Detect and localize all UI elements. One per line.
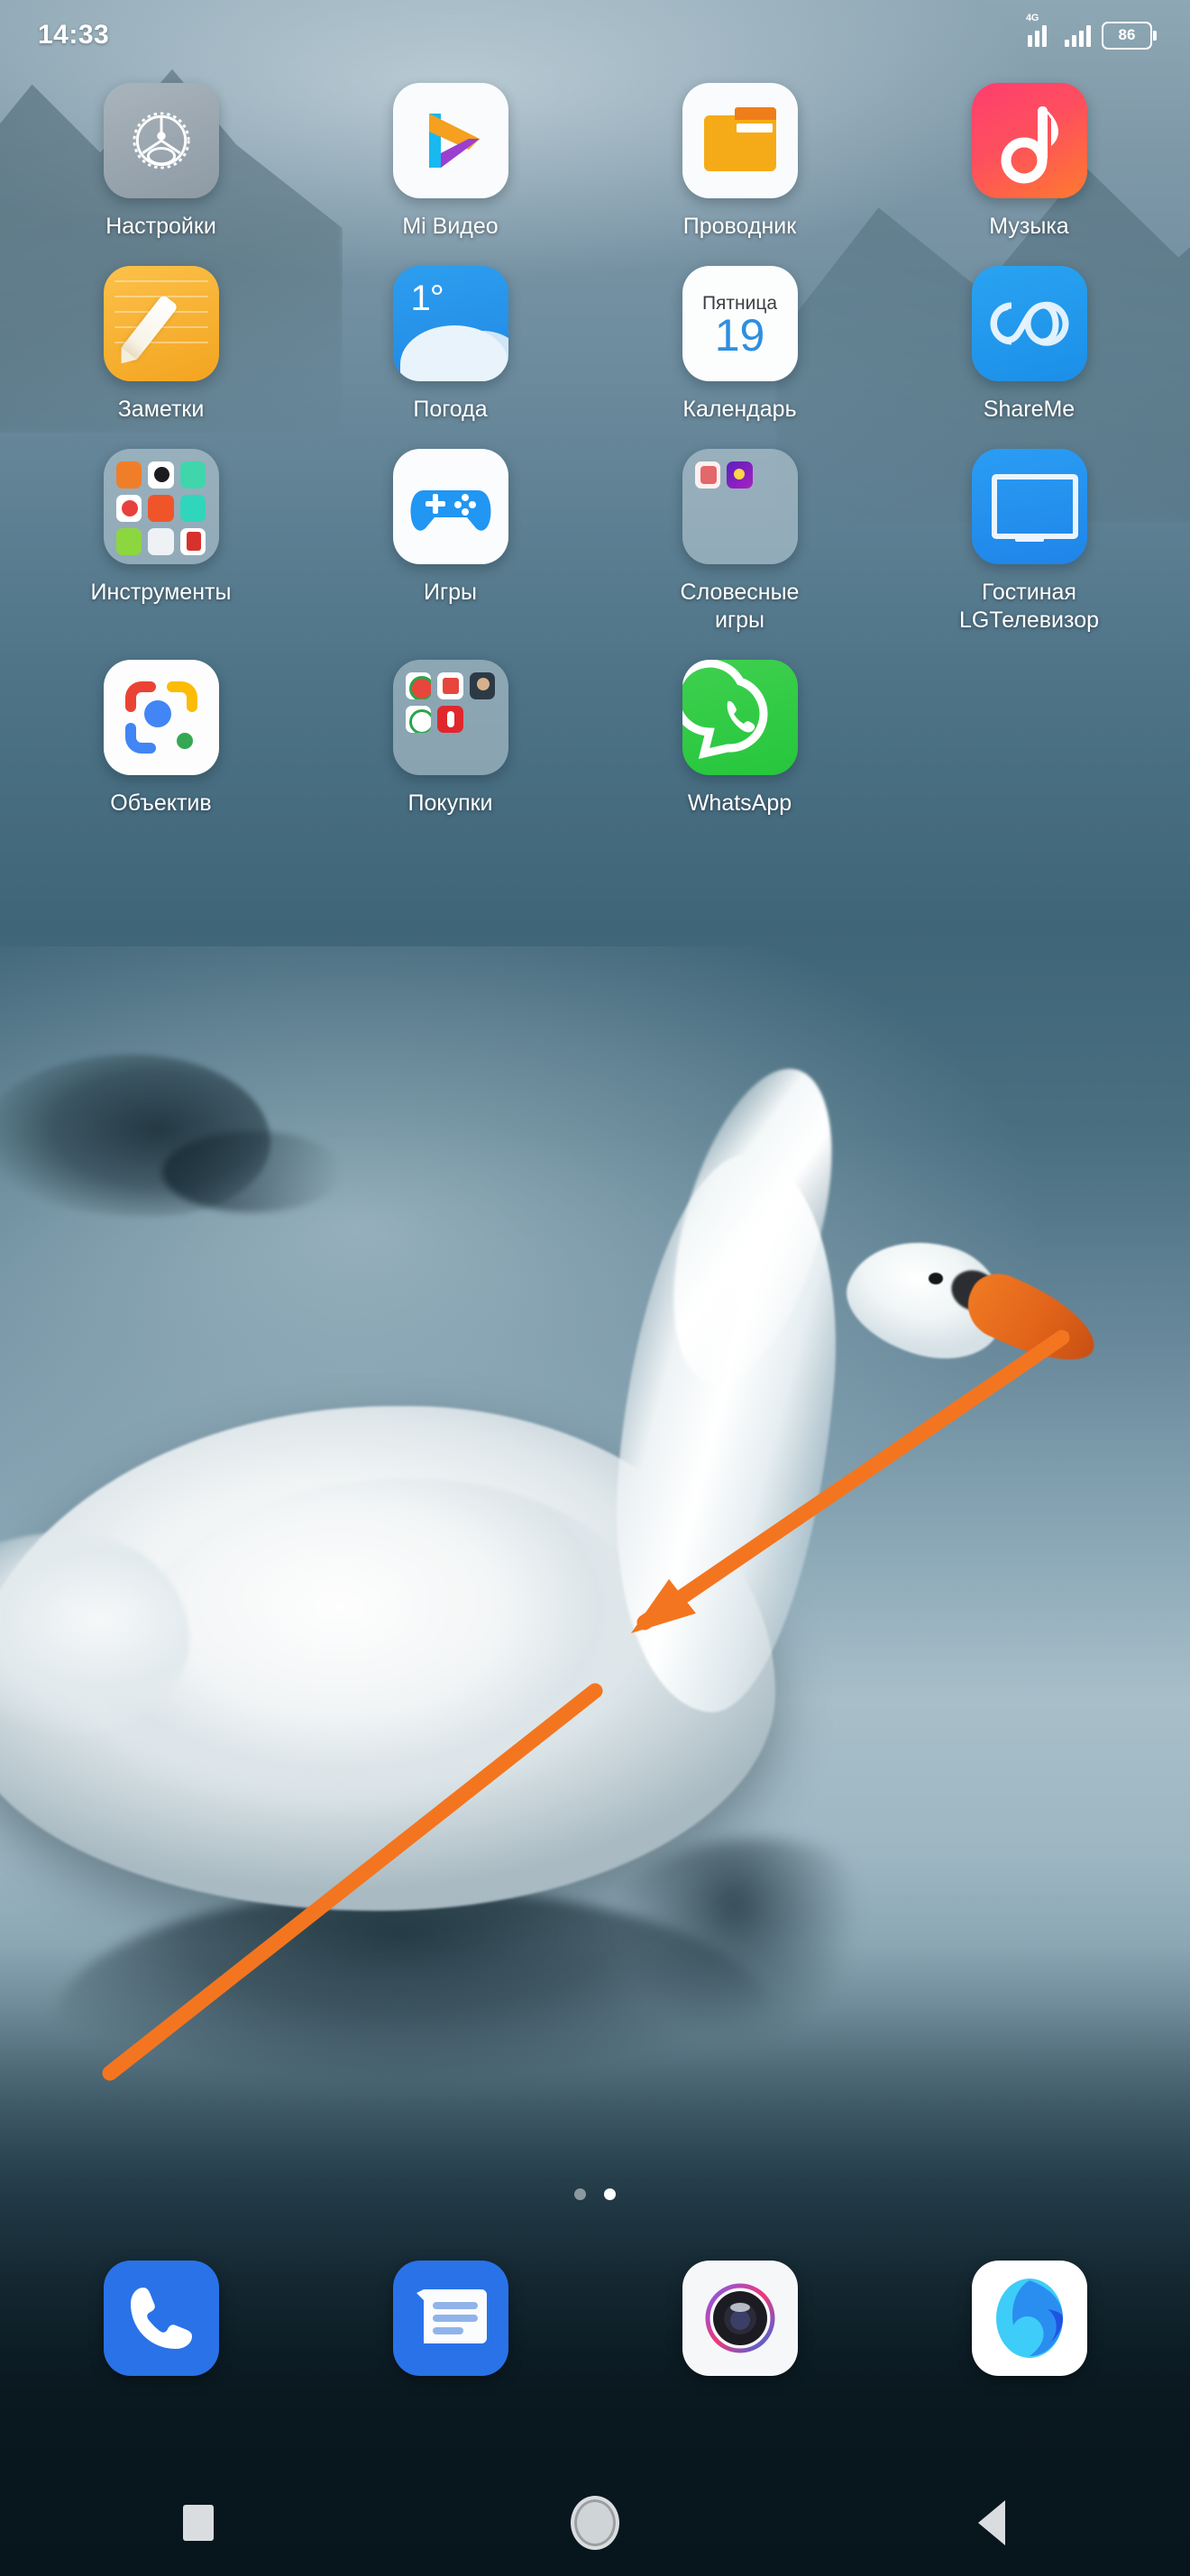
browser-swirl-icon[interactable] bbox=[971, 2261, 1087, 2376]
mini-app-icon bbox=[694, 461, 721, 489]
app-label: WhatsApp bbox=[687, 790, 792, 816]
app-label: Календарь bbox=[682, 397, 797, 422]
folder-icon[interactable] bbox=[682, 449, 798, 564]
calendar-icon[interactable]: Пятница 19 bbox=[682, 266, 798, 381]
app-weather[interactable]: 1° Погода bbox=[306, 266, 595, 424]
app-mi-video[interactable]: Mi Видео bbox=[306, 83, 595, 241]
mini-app-icon bbox=[437, 706, 463, 733]
navigation-bar bbox=[0, 2470, 1190, 2576]
status-time: 14:33 bbox=[38, 20, 110, 50]
app-label: Объектив bbox=[110, 790, 212, 816]
dock bbox=[0, 2261, 1190, 2376]
folder-icon[interactable] bbox=[392, 660, 508, 775]
app-settings[interactable]: Настройки bbox=[16, 83, 306, 241]
weather-cloud-icon[interactable]: 1° bbox=[392, 266, 508, 381]
page-dot-2[interactable] bbox=[604, 2188, 616, 2200]
phone-handset-icon[interactable] bbox=[103, 2261, 219, 2376]
page-indicator bbox=[0, 2188, 1190, 2200]
dock-item-browser[interactable] bbox=[884, 2261, 1174, 2376]
mini-app-icon bbox=[115, 528, 142, 555]
app-label: Проводник bbox=[682, 214, 797, 239]
home-button[interactable] bbox=[541, 2487, 649, 2559]
mini-app-icon bbox=[405, 672, 432, 699]
folder-icon[interactable] bbox=[103, 449, 219, 564]
messages-bubble-icon[interactable] bbox=[392, 2261, 508, 2376]
signal-4g-icon: 4G bbox=[1026, 13, 1054, 47]
mini-app-icon bbox=[437, 672, 463, 699]
mini-app-icon bbox=[148, 461, 174, 489]
circle-icon bbox=[571, 2496, 619, 2550]
app-music[interactable]: Музыка bbox=[884, 83, 1174, 241]
recents-button[interactable] bbox=[144, 2487, 252, 2559]
mini-app-icon bbox=[179, 461, 206, 489]
mini-app-icon bbox=[179, 528, 206, 555]
app-label: Музыка bbox=[989, 214, 1069, 239]
app-label: Покупки bbox=[407, 790, 493, 816]
app-whatsapp[interactable]: WhatsApp bbox=[595, 660, 884, 818]
dock-item-phone[interactable] bbox=[16, 2261, 306, 2376]
folder-tools[interactable]: Инструменты bbox=[16, 449, 306, 635]
page-dot-1[interactable] bbox=[574, 2188, 586, 2200]
app-shareme[interactable]: ShareMe bbox=[884, 266, 1174, 424]
swan-eye bbox=[929, 1273, 943, 1284]
app-label: ShareMe bbox=[983, 397, 1076, 422]
mini-app-icon bbox=[115, 461, 142, 489]
mini-app-icon bbox=[469, 672, 496, 699]
folder-word-games[interactable]: Словесные игры bbox=[595, 449, 884, 635]
file-manager-folder-icon[interactable] bbox=[682, 83, 798, 198]
battery-percent-label: 86 bbox=[1118, 26, 1136, 43]
app-label: Настройки bbox=[105, 214, 216, 239]
calendar-date: 19 bbox=[714, 310, 765, 361]
whatsapp-icon[interactable] bbox=[682, 660, 798, 775]
settings-gear-icon[interactable] bbox=[103, 83, 219, 198]
battery-icon: 86 bbox=[1102, 21, 1157, 50]
triangle-left-icon bbox=[978, 2500, 1005, 2545]
app-games[interactable]: Игры bbox=[306, 449, 595, 635]
phone-screen: 14:33 4G 86 Настройки Mi Видео Проводник… bbox=[0, 0, 1190, 2576]
mini-app-icon bbox=[405, 706, 432, 733]
back-button[interactable] bbox=[938, 2487, 1046, 2559]
dock-item-camera[interactable] bbox=[595, 2261, 884, 2376]
app-label: Инструменты bbox=[90, 580, 232, 605]
app-label: Заметки bbox=[117, 397, 205, 422]
camera-lens-icon[interactable] bbox=[682, 2261, 798, 2376]
status-bar: 14:33 4G 86 bbox=[0, 0, 1190, 70]
app-label: Словесные игры bbox=[680, 580, 800, 633]
status-icons: 4G 86 bbox=[1026, 13, 1157, 50]
app-notes[interactable]: Заметки bbox=[16, 266, 306, 424]
dock-item-messages[interactable] bbox=[306, 2261, 595, 2376]
app-label: Гостиная LGТелевизор bbox=[958, 580, 1100, 633]
tv-icon[interactable] bbox=[971, 449, 1087, 564]
shareme-infinity-icon[interactable] bbox=[971, 266, 1087, 381]
app-lg-tv[interactable]: Гостиная LGТелевизор bbox=[884, 449, 1174, 635]
square-icon bbox=[183, 2505, 214, 2541]
mi-video-play-icon[interactable] bbox=[392, 83, 508, 198]
mini-app-icon bbox=[115, 495, 142, 522]
app-google-lens[interactable]: Объектив bbox=[16, 660, 306, 818]
network-type-label: 4G bbox=[1026, 13, 1039, 23]
mini-app-icon bbox=[148, 495, 174, 522]
weather-temperature: 1° bbox=[410, 279, 444, 318]
app-label: Mi Видео bbox=[402, 214, 499, 239]
google-lens-icon[interactable] bbox=[103, 660, 219, 775]
app-label: Игры bbox=[424, 580, 477, 605]
mini-app-icon bbox=[148, 528, 174, 555]
app-file-manager[interactable]: Проводник bbox=[595, 83, 884, 241]
app-label: Погода bbox=[413, 397, 488, 422]
folder-shopping[interactable]: Покупки bbox=[306, 660, 595, 818]
music-note-icon[interactable] bbox=[971, 83, 1087, 198]
app-slot-empty bbox=[884, 660, 1174, 818]
signal-bars-icon bbox=[1065, 23, 1091, 47]
app-calendar[interactable]: Пятница 19 Календарь bbox=[595, 266, 884, 424]
app-grid: Настройки Mi Видео Проводник Музыка Заме… bbox=[0, 83, 1190, 818]
notes-pencil-icon[interactable] bbox=[103, 266, 219, 381]
mini-app-icon bbox=[727, 461, 753, 489]
gamepad-icon[interactable] bbox=[392, 449, 508, 564]
wallpaper-dark-bird-tail bbox=[162, 1131, 343, 1212]
mini-app-icon bbox=[179, 495, 206, 522]
